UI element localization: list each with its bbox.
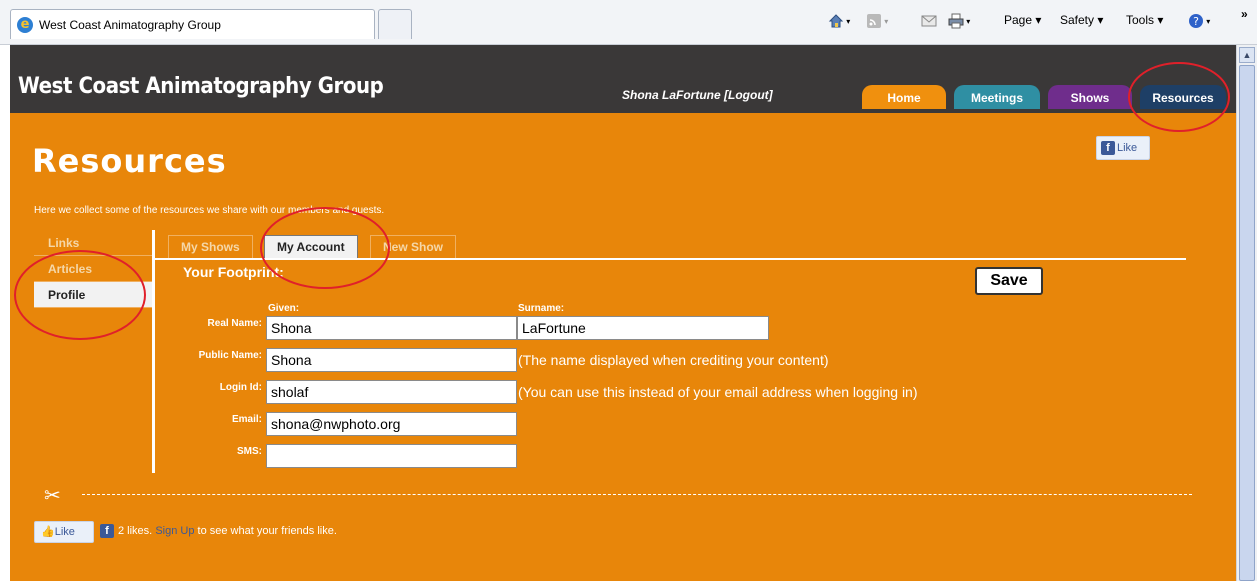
ie-icon: e bbox=[17, 17, 33, 33]
scissors-icon: ✂ bbox=[44, 485, 61, 507]
dashed-divider bbox=[82, 494, 1192, 495]
browser-chrome: e West Coast Animatography Group ▾ ▾ ▾ P… bbox=[0, 0, 1257, 45]
public-name-field[interactable]: Shona bbox=[266, 348, 517, 372]
email-field[interactable]: shona@nwphoto.org bbox=[266, 412, 517, 436]
scroll-up-arrow-icon[interactable]: ▲ bbox=[1239, 47, 1255, 63]
real-name-label: Real Name: bbox=[207, 318, 262, 329]
tab-new-show[interactable]: New Show bbox=[370, 235, 457, 259]
vertical-scrollbar[interactable]: ▲ bbox=[1236, 45, 1257, 581]
login-id-field[interactable]: sholaf bbox=[266, 380, 517, 404]
page-menu[interactable]: Page ▾ bbox=[1004, 13, 1041, 27]
intro-text: Here we collect some of the resources we… bbox=[34, 205, 385, 216]
login-id-label: Login Id: bbox=[219, 382, 262, 393]
user-logout-link[interactable]: Shona LaFortune [Logout] bbox=[622, 88, 773, 102]
surname-label: Surname: bbox=[518, 303, 565, 314]
like-label: Like bbox=[1117, 142, 1138, 154]
content-divider-vertical bbox=[152, 230, 155, 473]
facebook-icon: f bbox=[100, 524, 114, 538]
given-name-field[interactable]: Shona bbox=[266, 316, 517, 340]
side-nav-profile[interactable]: Profile bbox=[34, 282, 154, 308]
sms-label: SMS: bbox=[237, 446, 262, 457]
thumbs-up-icon: 👍 bbox=[41, 526, 55, 538]
tabs-underline bbox=[153, 258, 1186, 260]
mail-icon[interactable] bbox=[921, 13, 937, 29]
tab-my-account[interactable]: My Account bbox=[264, 235, 358, 259]
likes-suffix: to see what your friends like. bbox=[194, 524, 337, 537]
feeds-icon[interactable]: ▾ bbox=[866, 13, 888, 29]
likes-count: 2 likes. bbox=[118, 524, 153, 537]
given-label: Given: bbox=[268, 303, 300, 314]
public-name-label: Public Name: bbox=[198, 350, 262, 361]
section-title: Your Footprint: bbox=[183, 264, 284, 280]
side-nav-links[interactable]: Links bbox=[34, 230, 154, 256]
browser-tab[interactable]: e West Coast Animatography Group bbox=[10, 9, 375, 39]
svg-text:?: ? bbox=[1193, 15, 1199, 28]
facebook-icon: f bbox=[1101, 141, 1115, 155]
login-id-hint: (You can use this instead of your email … bbox=[518, 384, 918, 400]
nav-shows[interactable]: Shows bbox=[1048, 85, 1132, 109]
site-title: West Coast Animatography Group bbox=[18, 74, 384, 99]
public-name-hint: (The name displayed when crediting your … bbox=[518, 352, 829, 368]
tools-menu[interactable]: Tools ▾ bbox=[1126, 13, 1163, 27]
site-header: West Coast Animatography Group Shona LaF… bbox=[10, 45, 1236, 113]
safety-menu[interactable]: Safety ▾ bbox=[1060, 13, 1103, 27]
print-icon[interactable]: ▾ bbox=[948, 13, 970, 29]
page-title: Resources bbox=[32, 142, 227, 180]
home-icon[interactable]: ▾ bbox=[828, 13, 850, 29]
new-tab-button[interactable] bbox=[378, 9, 412, 39]
footer-like-label: Like bbox=[54, 526, 75, 538]
email-label: Email: bbox=[231, 414, 262, 425]
nav-meetings[interactable]: Meetings bbox=[954, 85, 1040, 109]
web-page: West Coast Animatography Group Shona LaF… bbox=[10, 45, 1236, 581]
nav-resources[interactable]: Resources bbox=[1140, 85, 1226, 109]
side-nav-articles[interactable]: Articles bbox=[34, 256, 154, 282]
facebook-likes-text: f 2 likes. Sign Up to see what your frien… bbox=[100, 524, 337, 538]
overflow-chevron[interactable]: » bbox=[1241, 7, 1248, 21]
tab-my-shows[interactable]: My Shows bbox=[168, 235, 253, 259]
side-nav: Links Articles Profile bbox=[34, 230, 154, 308]
browser-tab-title: West Coast Animatography Group bbox=[39, 18, 221, 32]
help-icon[interactable]: ? ▾ bbox=[1188, 13, 1210, 29]
surname-field[interactable]: LaFortune bbox=[517, 316, 769, 340]
nav-home[interactable]: Home bbox=[862, 85, 946, 109]
save-button[interactable]: Save bbox=[975, 267, 1043, 295]
scroll-thumb[interactable] bbox=[1239, 65, 1255, 581]
sms-field[interactable] bbox=[266, 444, 517, 468]
signup-link[interactable]: Sign Up bbox=[155, 525, 194, 537]
facebook-like-button[interactable]: f Like bbox=[1096, 136, 1150, 160]
facebook-like-button-footer[interactable]: 👍Like bbox=[34, 521, 94, 543]
